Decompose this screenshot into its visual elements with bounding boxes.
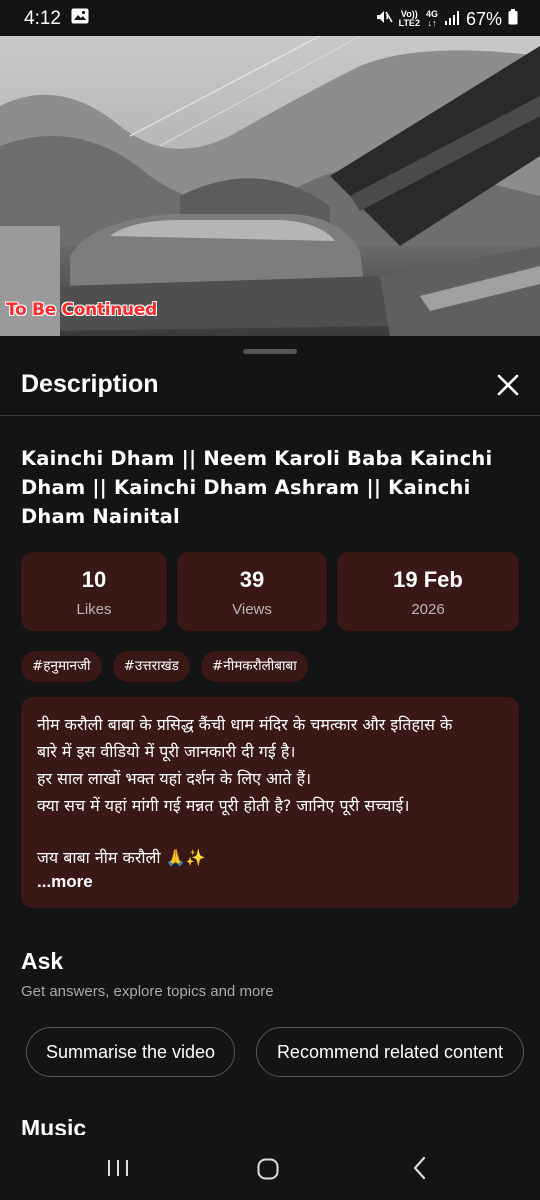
video-frame-image: [0, 36, 540, 336]
video-overlay-text: To Be Continued: [6, 300, 157, 320]
hashtag-list: #हनुमानजी #उत्तराखंड #नीमकरौलीबाबा: [21, 651, 308, 682]
date-stat: 19 Feb 2026: [337, 552, 519, 631]
more-link[interactable]: ...more: [37, 871, 93, 893]
status-bar: 4:12 Vo)) LTE2 4G ↓↑ 67%: [0, 0, 540, 38]
back-icon: [413, 1156, 426, 1180]
ask-title: Ask: [21, 948, 64, 974]
gallery-notification-icon: [71, 8, 89, 30]
description-box[interactable]: नीम करौली बाबा के प्रसिद्ध कैंची धाम मंद…: [21, 697, 519, 908]
views-stat: 39 Views: [177, 552, 327, 631]
likes-label: Likes: [76, 601, 112, 618]
recent-apps-icon: [108, 1160, 128, 1176]
summarise-video-chip[interactable]: Summarise the video: [26, 1027, 235, 1077]
network-text: 4G: [425, 9, 438, 19]
sheet-title: Description: [21, 370, 159, 398]
network-type: 4G ↓↑: [425, 9, 438, 28]
recommend-content-chip[interactable]: Recommend related content: [256, 1027, 524, 1077]
description-sheet: Description Kainchi Dham || Neem Karoli …: [0, 338, 540, 1200]
drag-handle[interactable]: [243, 349, 297, 354]
description-line: बारे में इस वीडियो में पूरी जानकारी दी ग…: [37, 742, 296, 761]
lte-text: LTE2: [398, 18, 420, 28]
description-line: क्या सच में यहां मांगी गई मन्नत पूरी होत…: [37, 796, 410, 815]
hashtag-chip[interactable]: #हनुमानजी: [21, 651, 102, 682]
hashtag-chip[interactable]: #उत्तराखंड: [112, 651, 190, 682]
recent-apps-button[interactable]: [103, 1153, 133, 1183]
likes-count: 10: [81, 567, 107, 592]
battery-icon: [508, 8, 518, 30]
hashtag-chip[interactable]: #नीमकरौलीबाबा: [200, 651, 308, 682]
system-nav-bar: [0, 1135, 540, 1200]
battery-percent: 67%: [465, 8, 502, 29]
close-icon: [497, 374, 519, 396]
back-button[interactable]: [405, 1153, 435, 1183]
video-player[interactable]: To Be Continued: [0, 36, 540, 336]
sheet-header: Description: [0, 362, 540, 416]
signal-icon: [444, 9, 460, 30]
date-year: 2026: [411, 601, 445, 618]
ask-subtitle: Get answers, explore topics and more: [21, 983, 274, 1000]
video-title: Kainchi Dham || Neem Karoli Baba Kainchi…: [21, 447, 493, 528]
views-count: 39: [239, 567, 265, 592]
views-label: Views: [232, 601, 272, 618]
description-closing: जय बाबा नीम करौली 🙏✨: [37, 848, 206, 867]
mute-icon: [375, 8, 393, 31]
status-time: 4:12: [24, 8, 61, 29]
volte-indicator: Vo)) LTE2: [399, 10, 420, 28]
likes-stat: 10 Likes: [21, 552, 167, 631]
home-button[interactable]: [253, 1153, 283, 1183]
description-line: नीम करौली बाबा के प्रसिद्ध कैंची धाम मंद…: [37, 715, 453, 734]
home-icon: [257, 1158, 279, 1180]
description-line: हर साल लाखों भक्त यहां दर्शन के लिए आते …: [37, 769, 312, 788]
close-button[interactable]: [494, 371, 522, 399]
date-day: 19 Feb: [393, 567, 463, 592]
